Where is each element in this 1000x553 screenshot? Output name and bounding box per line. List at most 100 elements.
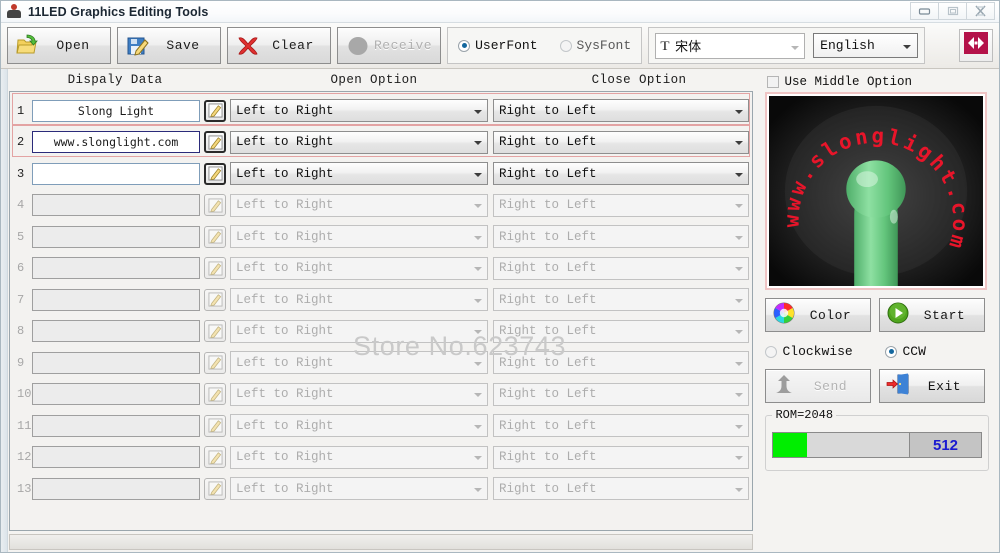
- row-number: 8: [17, 324, 25, 339]
- connect-button[interactable]: [959, 29, 993, 62]
- close-option-chevron-down-icon: [735, 167, 746, 181]
- font-glyph-icon: T: [660, 37, 670, 53]
- edit-graphic-button-5: [204, 225, 226, 248]
- table-row: 4 Left to Right Right to Left: [13, 190, 749, 222]
- open-option-chevron-down-icon: [474, 230, 485, 244]
- main-toolbar: Open Save Clear Receive UserFont SysFont…: [1, 23, 999, 69]
- display-text-input-1[interactable]: Slong Light: [32, 99, 200, 122]
- save-button[interactable]: Save: [117, 27, 221, 64]
- language-select-chevron-down-icon: [899, 38, 914, 53]
- receive-button[interactable]: Receive: [337, 27, 442, 64]
- window-title: 11LED Graphics Editing Tools: [28, 4, 209, 19]
- use-middle-option-row[interactable]: Use Middle Option: [767, 75, 993, 89]
- edit-graphic-button-12: [204, 446, 226, 469]
- close-option-select-5: Right to Left: [493, 225, 749, 249]
- row-number: 10: [17, 387, 32, 402]
- close-option-select-3[interactable]: Right to Left: [493, 162, 749, 186]
- open-option-value: Left to Right: [236, 103, 334, 118]
- row-number: 6: [17, 261, 25, 276]
- language-select[interactable]: English: [813, 33, 919, 58]
- clockwise-radio-label: Clockwise: [782, 344, 853, 359]
- close-option-value: Right to Left: [499, 481, 597, 496]
- ccw-radio[interactable]: CCW: [885, 344, 926, 359]
- send-button[interactable]: Send: [765, 369, 872, 403]
- open-option-chevron-down-icon: [474, 482, 485, 496]
- open-option-select-1[interactable]: Left to Right: [230, 99, 488, 123]
- sysfont-radio[interactable]: SysFont: [559, 38, 632, 53]
- edit-graphic-button-6: [204, 257, 226, 280]
- open-option-select-7: Left to Right: [230, 288, 488, 312]
- open-option-value: Left to Right: [236, 450, 334, 465]
- open-option-value: Left to Right: [236, 261, 334, 276]
- display-text-input-9: [32, 351, 200, 374]
- clear-button[interactable]: Clear: [227, 27, 331, 64]
- exit-button-label: Exit: [927, 378, 962, 394]
- sysfont-radio-label: SysFont: [576, 38, 632, 53]
- pencil-icon: [207, 418, 223, 433]
- row-number: 3: [17, 166, 25, 181]
- maximize-button[interactable]: [938, 2, 967, 20]
- use-middle-option-checkbox[interactable]: [767, 76, 780, 88]
- edit-graphic-button-2[interactable]: [204, 131, 226, 154]
- open-option-value: Left to Right: [236, 355, 334, 370]
- clockwise-radio[interactable]: Clockwise: [765, 344, 885, 359]
- display-text-input-12: [32, 446, 200, 469]
- application-window: 11LED Graphics Editing Tools Open Save C…: [0, 0, 1000, 553]
- table-row: 5 Left to Right Right to Left: [13, 221, 749, 253]
- close-option-value: Right to Left: [499, 261, 597, 276]
- display-text-input-2[interactable]: www.slonglight.com: [32, 131, 200, 154]
- rows-grid: 1 Slong Light Left to Right Right to Left 2 w…: [9, 91, 754, 531]
- app-logo-icon: [6, 3, 22, 20]
- edit-graphic-button-8: [204, 320, 226, 343]
- open-option-select-10: Left to Right: [230, 382, 488, 406]
- pencil-icon: [207, 450, 223, 465]
- minimize-button[interactable]: [910, 2, 939, 20]
- pencil-icon: [207, 166, 223, 181]
- close-option-chevron-down-icon: [735, 293, 746, 307]
- edit-graphic-button-3[interactable]: [204, 162, 226, 185]
- close-option-select-1[interactable]: Right to Left: [493, 99, 749, 123]
- window-controls: [910, 2, 995, 20]
- font-select[interactable]: T 宋体: [655, 32, 806, 59]
- color-button[interactable]: Color: [765, 298, 872, 332]
- folder-open-icon: [16, 34, 40, 58]
- color-start-row: Color Start: [765, 298, 993, 332]
- close-option-chevron-down-icon: [735, 387, 746, 401]
- open-option-select-5: Left to Right: [230, 225, 488, 249]
- start-button[interactable]: Start: [879, 298, 986, 332]
- open-button[interactable]: Open: [7, 27, 111, 64]
- open-option-select-2[interactable]: Left to Right: [230, 130, 488, 154]
- open-option-value: Left to Right: [236, 166, 334, 181]
- color-button-label: Color: [809, 307, 852, 323]
- close-option-select-4: Right to Left: [493, 193, 749, 217]
- font-name-value: 宋体: [675, 40, 702, 55]
- display-text-input-3[interactable]: [32, 162, 200, 185]
- table-row: 12 Left to Right Right to Left: [13, 442, 749, 474]
- font-language-group: T 宋体 English: [648, 27, 926, 64]
- row-number: 2: [17, 135, 25, 150]
- ccw-radio-label: CCW: [902, 344, 926, 359]
- open-option-chevron-down-icon: [474, 104, 485, 118]
- display-text-input-11: [32, 414, 200, 437]
- pencil-icon: [207, 324, 223, 339]
- row-number: 12: [17, 450, 32, 465]
- edit-graphic-button-1[interactable]: [204, 99, 226, 122]
- header-close-option: Close Option: [591, 73, 687, 87]
- exit-button[interactable]: Exit: [879, 369, 986, 403]
- close-button[interactable]: [966, 2, 995, 20]
- row-number: 7: [17, 292, 25, 307]
- send-button-label: Send: [813, 378, 848, 394]
- table-row: 7 Left to Right Right to Left: [13, 284, 749, 316]
- close-option-select-2[interactable]: Right to Left: [493, 130, 749, 154]
- open-option-value: Left to Right: [236, 481, 334, 496]
- open-option-chevron-down-icon: [474, 419, 485, 433]
- edit-graphic-button-7: [204, 288, 226, 311]
- clockwise-radio-dot: [765, 345, 778, 358]
- userfont-radio[interactable]: UserFont: [458, 38, 538, 53]
- pencil-icon: [207, 229, 223, 244]
- close-option-value: Right to Left: [499, 198, 597, 213]
- open-option-select-3[interactable]: Left to Right: [230, 162, 488, 186]
- open-option-value: Left to Right: [236, 387, 334, 402]
- open-option-chevron-down-icon: [474, 450, 485, 464]
- row-number: 5: [17, 229, 25, 244]
